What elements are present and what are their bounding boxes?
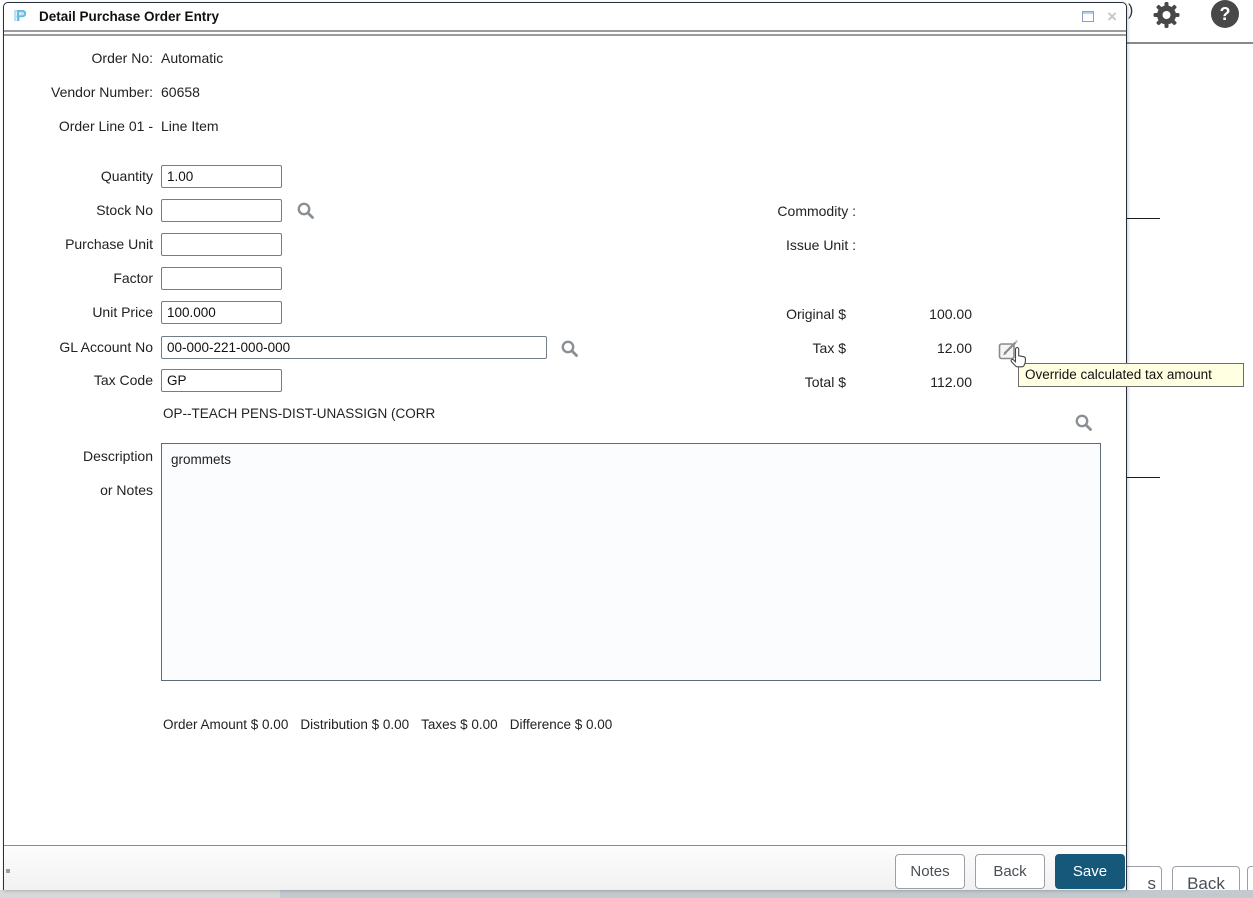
purchase-unit-label: Purchase Unit [4,233,153,256]
maximize-icon[interactable] [1082,11,1094,22]
detail-purchase-order-entry-dialog: P P Detail Purchase Order Entry × Order … [3,2,1127,890]
gear-icon[interactable] [1150,0,1183,30]
taxes-total: Taxes $ 0.00 [421,717,498,732]
tax-code-label: Tax Code [4,369,153,392]
dialog-titlebar: P P Detail Purchase Order Entry × [4,3,1126,30]
unit-price-label: Unit Price [4,301,153,324]
order-no-value: Automatic [161,48,223,68]
quantity-label: Quantity [4,165,153,188]
order-amount-total: Order Amount $ 0.00 [163,717,288,732]
close-icon[interactable]: × [1107,11,1117,22]
help-icon[interactable]: ? [1211,0,1239,28]
vendor-number-value: 60658 [161,82,200,102]
order-line-label: Order Line 01 - [4,116,153,136]
background-partial-text: ) [1128,2,1133,20]
app-logo-icon: P P [13,8,30,26]
gl-account-description: OP--TEACH PENS-DIST-UNASSIGN (CORR [163,406,435,421]
save-button[interactable]: Save [1055,854,1125,889]
factor-label: Factor [4,267,153,290]
background-underline-2 [1127,477,1160,478]
or-notes-label: or Notes [4,480,153,500]
stock-no-field[interactable] [161,199,282,222]
unit-price-field[interactable] [161,301,282,324]
description-notes-textarea[interactable]: grommets [161,443,1101,681]
background-divider-line [1127,42,1253,44]
background-underline-1 [1127,218,1160,219]
gl-account-no-field[interactable] [161,336,547,359]
totals-summary-line: Order Amount $ 0.00 Distribution $ 0.00 … [163,717,612,732]
purchase-unit-field[interactable] [161,233,282,256]
stock-no-label: Stock No [4,199,153,222]
override-tax-tooltip: Override calculated tax amount [1018,363,1244,387]
tax-amount-value: 12.00 [772,338,972,358]
commodity-label: Commodity : [606,201,856,221]
stock-no-search-icon[interactable] [296,201,315,220]
quantity-field[interactable] [161,165,282,188]
dialog-title: Detail Purchase Order Entry [39,9,219,24]
back-button[interactable]: Back [975,854,1045,889]
tax-code-field[interactable] [161,369,282,392]
factor-field[interactable] [161,267,282,290]
distribution-total: Distribution $ 0.00 [300,717,409,732]
original-amount-value: 100.00 [772,304,972,324]
description-search-icon[interactable] [1074,413,1093,432]
horizontal-scrollbar-thumb[interactable] [0,890,280,898]
notes-button[interactable]: Notes [895,854,965,889]
order-no-label: Order No: [4,48,153,68]
mouse-cursor-hand [1008,347,1028,369]
vendor-number-label: Vendor Number: [4,82,153,102]
footer-resize-dot [6,869,10,873]
total-amount-value: 112.00 [772,372,972,392]
titlebar-separator [4,30,1126,36]
difference-total: Difference $ 0.00 [510,717,613,732]
gl-account-no-label: GL Account No [4,336,153,359]
order-line-value: Line Item [161,116,219,136]
description-label: Description [4,446,153,466]
gl-account-search-icon[interactable] [560,339,579,358]
issue-unit-label: Issue Unit : [606,235,856,255]
